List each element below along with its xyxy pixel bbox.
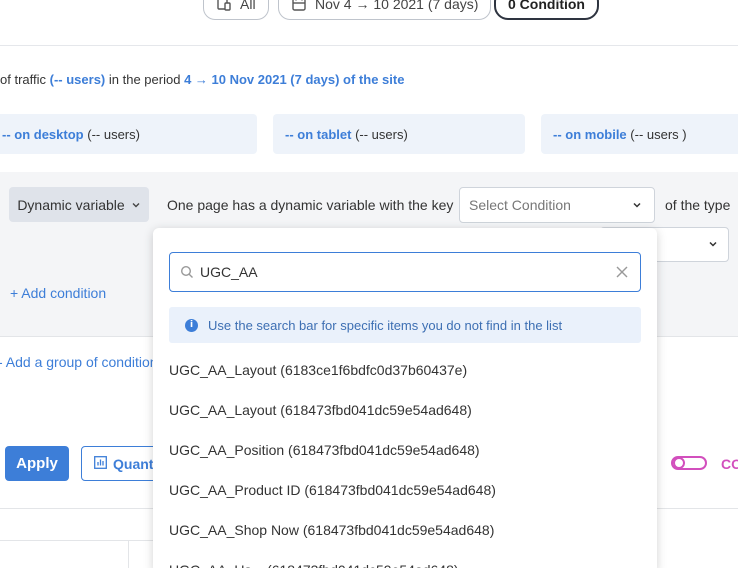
toggle-knob (673, 457, 685, 469)
of-type-label: of the type (665, 197, 731, 213)
condition-search-dropdown: i Use the search bar for specific items … (153, 228, 657, 568)
info-text: Use the search bar for specific items yo… (208, 317, 563, 333)
condition-filter-chip[interactable]: 0 Condition (494, 0, 599, 20)
chevron-down-icon (632, 197, 642, 213)
options-list: UGC_AA_Layout (6183ce1f6bdfc0d37b60437e)… (153, 350, 657, 568)
add-condition-link[interactable]: + Add condition (10, 285, 106, 301)
date-filter-chip[interactable]: Nov 4 → 10 2021 (7 days) (278, 0, 492, 20)
list-item[interactable]: UGC_AA_Layout (618473fbd041dc59e54ad648) (153, 390, 657, 430)
mobile-value: -- on mobile (553, 126, 627, 142)
traffic-summary: of traffic (-- users) in the period 4 → … (0, 72, 404, 87)
select-condition-dropdown[interactable]: Select Condition (459, 187, 655, 223)
condition-type-dropdown[interactable]: Dynamic variable (9, 187, 149, 222)
clear-icon[interactable] (604, 265, 640, 279)
desktop-stat-box: -- on desktop (-- users) (0, 114, 257, 154)
condition-type-label: Dynamic variable (17, 196, 125, 213)
info-banner: i Use the search bar for specific items … (169, 307, 641, 343)
list-item[interactable]: UGC_AA_Us... (618473fbd041dc59e54ad648) (153, 550, 657, 568)
device-icon (216, 0, 232, 12)
tablet-value: -- on tablet (285, 126, 352, 142)
summary-period-link[interactable]: 4 → 10 Nov 2021 (7 days) of the site (184, 72, 404, 87)
select-condition-placeholder: Select Condition (469, 197, 571, 213)
summary-prefix: of traffic (0, 72, 47, 87)
condition-filter-label: 0 Condition (508, 0, 585, 12)
chevron-down-icon (131, 197, 141, 213)
top-divider (0, 45, 738, 46)
add-group-link[interactable]: - Add a group of condition (0, 354, 158, 370)
search-box (169, 252, 641, 292)
condition-sentence: One page has a dynamic variable with the… (167, 197, 454, 213)
date-filter-label: Nov 4 → 10 2021 (7 days) (315, 0, 479, 12)
device-filter-chip[interactable]: All (203, 0, 269, 20)
toggle-label: CO (721, 456, 738, 472)
compare-toggle[interactable] (671, 456, 707, 470)
apply-button[interactable]: Apply (5, 446, 69, 481)
desktop-users: (-- users) (87, 126, 140, 142)
mobile-stat-box: -- on mobile (-- users ) (541, 114, 738, 154)
summary-middle: in the period (108, 72, 181, 87)
device-filter-label: All (240, 0, 256, 12)
table-row-line (0, 540, 153, 541)
tablet-stat-box: -- on tablet (-- users) (273, 114, 525, 154)
search-input[interactable] (200, 264, 604, 280)
desktop-value: -- on desktop (2, 126, 84, 142)
list-item[interactable]: UGC_AA_Position (618473fbd041dc59e54ad64… (153, 430, 657, 470)
search-icon (170, 265, 200, 279)
table-column-divider (128, 540, 129, 568)
chevron-down-icon (708, 237, 718, 252)
mobile-users: (-- users ) (630, 126, 687, 142)
calendar-icon (291, 0, 307, 12)
list-item[interactable]: UGC_AA_Layout (6183ce1f6bdfc0d37b60437e) (153, 350, 657, 390)
quanti-label: Quanti (113, 455, 158, 472)
list-item[interactable]: UGC_AA_Shop Now (618473fbd041dc59e54ad64… (153, 510, 657, 550)
list-item[interactable]: UGC_AA_Product ID (618473fbd041dc59e54ad… (153, 470, 657, 510)
tablet-users: (-- users) (355, 126, 408, 142)
info-icon: i (185, 318, 198, 332)
bar-chart-icon (94, 455, 107, 472)
summary-users-link[interactable]: (-- users) (50, 72, 106, 87)
